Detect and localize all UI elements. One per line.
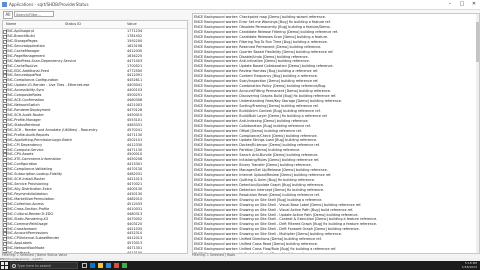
filter-input[interactable]: Search/Filter... — [14, 11, 54, 17]
column-header-name[interactable]: Name — [6, 22, 16, 27]
window-controls: – □ ✕ — [444, 0, 480, 9]
maximize-button[interactable]: □ — [456, 0, 468, 9]
folder-icon[interactable] — [98, 263, 103, 268]
clock-date: 7/18/2023 — [461, 264, 477, 269]
log-list: ENCE Background worker: Checkpoint map [… — [194, 15, 474, 253]
column-header-value[interactable]: Value — [127, 22, 137, 27]
mail-icon[interactable] — [114, 263, 119, 268]
app-icon[interactable] — [122, 263, 127, 268]
provider-list: ENC-ApiUsage.pl 1771234 ENC-BranchBuild 178… — [3, 29, 187, 253]
title-bar: Applications - sqrt/SHDB/ProviderStatus … — [0, 0, 480, 10]
column-header-status[interactable]: Status ID — [65, 22, 81, 27]
list-header: Name Status ID Value — [3, 21, 187, 29]
window-title: Applications - sqrt/SHDB/ProviderStatus — [9, 2, 89, 7]
system-clock[interactable]: 5:18 PM 7/18/2023 — [461, 261, 477, 269]
task-view-icon[interactable] — [82, 263, 87, 268]
store-icon[interactable] — [106, 263, 111, 268]
taskbar: Type here to search 5:18 PM 7/18/2023 — [0, 261, 480, 270]
log-scrollbar-thumb[interactable] — [476, 22, 479, 62]
edge-icon[interactable] — [90, 263, 95, 268]
provider-list-pane: Name Status ID Value ENC-ApiUsage.pl 1771… — [2, 20, 188, 254]
taskbar-search-input[interactable]: Type here to search — [10, 262, 78, 269]
app-window: Applications - sqrt/SHDB/ProviderStatus … — [0, 0, 480, 270]
log-scrollbar[interactable] — [476, 14, 479, 253]
search-icon — [12, 264, 16, 268]
scope-dropdown[interactable]: All — [3, 11, 13, 19]
start-icon[interactable] — [1, 262, 8, 269]
app-icon — [2, 2, 7, 7]
log-pane: ENCE Background worker: Checkpoint map [… — [192, 13, 480, 254]
minimize-button[interactable]: – — [444, 0, 456, 9]
close-button[interactable]: ✕ — [468, 0, 480, 9]
